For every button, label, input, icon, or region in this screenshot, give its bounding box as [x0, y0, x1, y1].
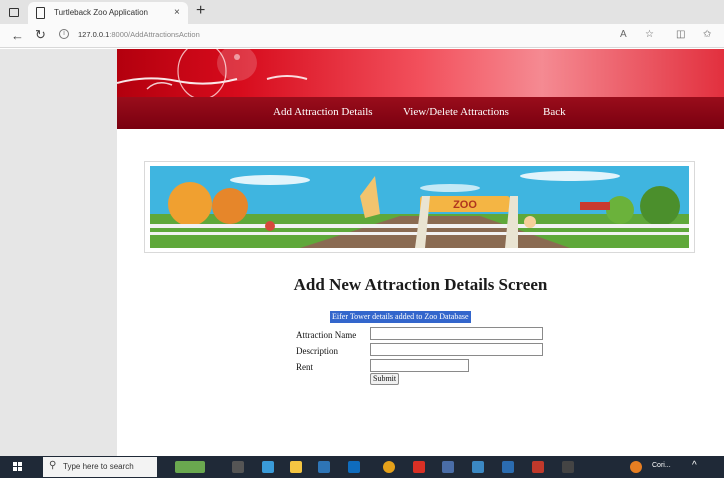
- store-icon[interactable]: [318, 461, 330, 473]
- windows-taskbar: ⚲ Type here to search Cori... ^: [0, 456, 724, 478]
- chevron-up-icon[interactable]: ^: [692, 460, 697, 471]
- banner-decoration: [117, 49, 308, 97]
- description-label: Description: [296, 346, 338, 356]
- edge-icon[interactable]: [262, 461, 274, 473]
- zoo-illustration: ZOO: [150, 166, 689, 248]
- browser-tab-strip: Turtleback Zoo Application × +: [0, 0, 724, 24]
- refresh-icon[interactable]: ↻: [35, 27, 46, 43]
- search-icon: ⚲: [49, 460, 57, 471]
- favorites-icon[interactable]: ✩: [703, 29, 711, 40]
- file-explorer-icon[interactable]: [290, 461, 302, 473]
- chrome-icon[interactable]: [383, 461, 395, 473]
- close-icon[interactable]: ×: [174, 7, 180, 18]
- success-message: Eifer Tower details added to Zoo Databas…: [330, 311, 471, 323]
- app-icon-3[interactable]: [502, 461, 514, 473]
- back-arrow-icon[interactable]: ←: [11, 28, 24, 43]
- header-banner: [117, 49, 724, 97]
- app-icon-4[interactable]: [532, 461, 544, 473]
- plus-icon[interactable]: +: [196, 2, 205, 20]
- rent-label: Rent: [296, 362, 313, 372]
- mail-icon[interactable]: [348, 461, 360, 473]
- tray-label: Cori...: [652, 462, 671, 469]
- description-input[interactable]: [370, 343, 543, 356]
- url-field[interactable]: 127.0.0.1:8000/AddAttractionsAction: [78, 30, 200, 39]
- document-icon: [36, 7, 45, 19]
- nav-menu-bar: Add Attraction Details View/Delete Attra…: [117, 97, 724, 129]
- nav-back[interactable]: Back: [543, 106, 566, 118]
- submit-button[interactable]: Submit: [370, 373, 400, 385]
- tab-actions-icon[interactable]: [9, 8, 19, 17]
- info-icon[interactable]: i: [59, 29, 69, 39]
- attraction-name-label: Attraction Name: [296, 330, 357, 340]
- tab-title: Turtleback Zoo Application: [54, 8, 148, 17]
- app-icon-2[interactable]: [472, 461, 484, 473]
- url-host: 127.0.0.1: [78, 30, 110, 39]
- windows-start-icon[interactable]: [13, 462, 23, 472]
- app-icon-1[interactable]: [442, 461, 454, 473]
- star-icon[interactable]: ☆: [645, 29, 654, 40]
- read-aloud-icon[interactable]: A: [620, 29, 627, 40]
- address-bar: ← ↻ i 127.0.0.1:8000/AddAttractionsActio…: [0, 24, 724, 48]
- rent-input[interactable]: [370, 359, 469, 372]
- zoo-sign-text: ZOO: [453, 199, 477, 211]
- left-sidebar: [0, 49, 117, 456]
- pdf-reader-icon[interactable]: [413, 461, 425, 473]
- url-path: :8000/AddAttractionsAction: [109, 30, 200, 39]
- nav-view-delete-attractions[interactable]: View/Delete Attractions: [403, 106, 509, 118]
- nav-add-attraction-details[interactable]: Add Attraction Details: [273, 106, 373, 118]
- split-screen-icon[interactable]: ◫: [676, 29, 685, 40]
- terminal-icon[interactable]: [562, 461, 574, 473]
- browser-tab[interactable]: Turtleback Zoo Application ×: [28, 2, 188, 24]
- weather-icon[interactable]: [630, 461, 642, 473]
- taskbar-search-placeholder: Type here to search: [63, 462, 134, 471]
- zoo-illustration-frame: ZOO: [144, 161, 695, 253]
- task-view-icon[interactable]: [232, 461, 244, 473]
- taskbar-search[interactable]: ⚲ Type here to search: [43, 457, 157, 477]
- page-title: Add New Attraction Details Screen: [293, 275, 548, 294]
- attraction-name-input[interactable]: [370, 327, 543, 340]
- news-widget-icon[interactable]: [175, 461, 205, 473]
- page-viewport: Add Attraction Details View/Delete Attra…: [0, 49, 724, 456]
